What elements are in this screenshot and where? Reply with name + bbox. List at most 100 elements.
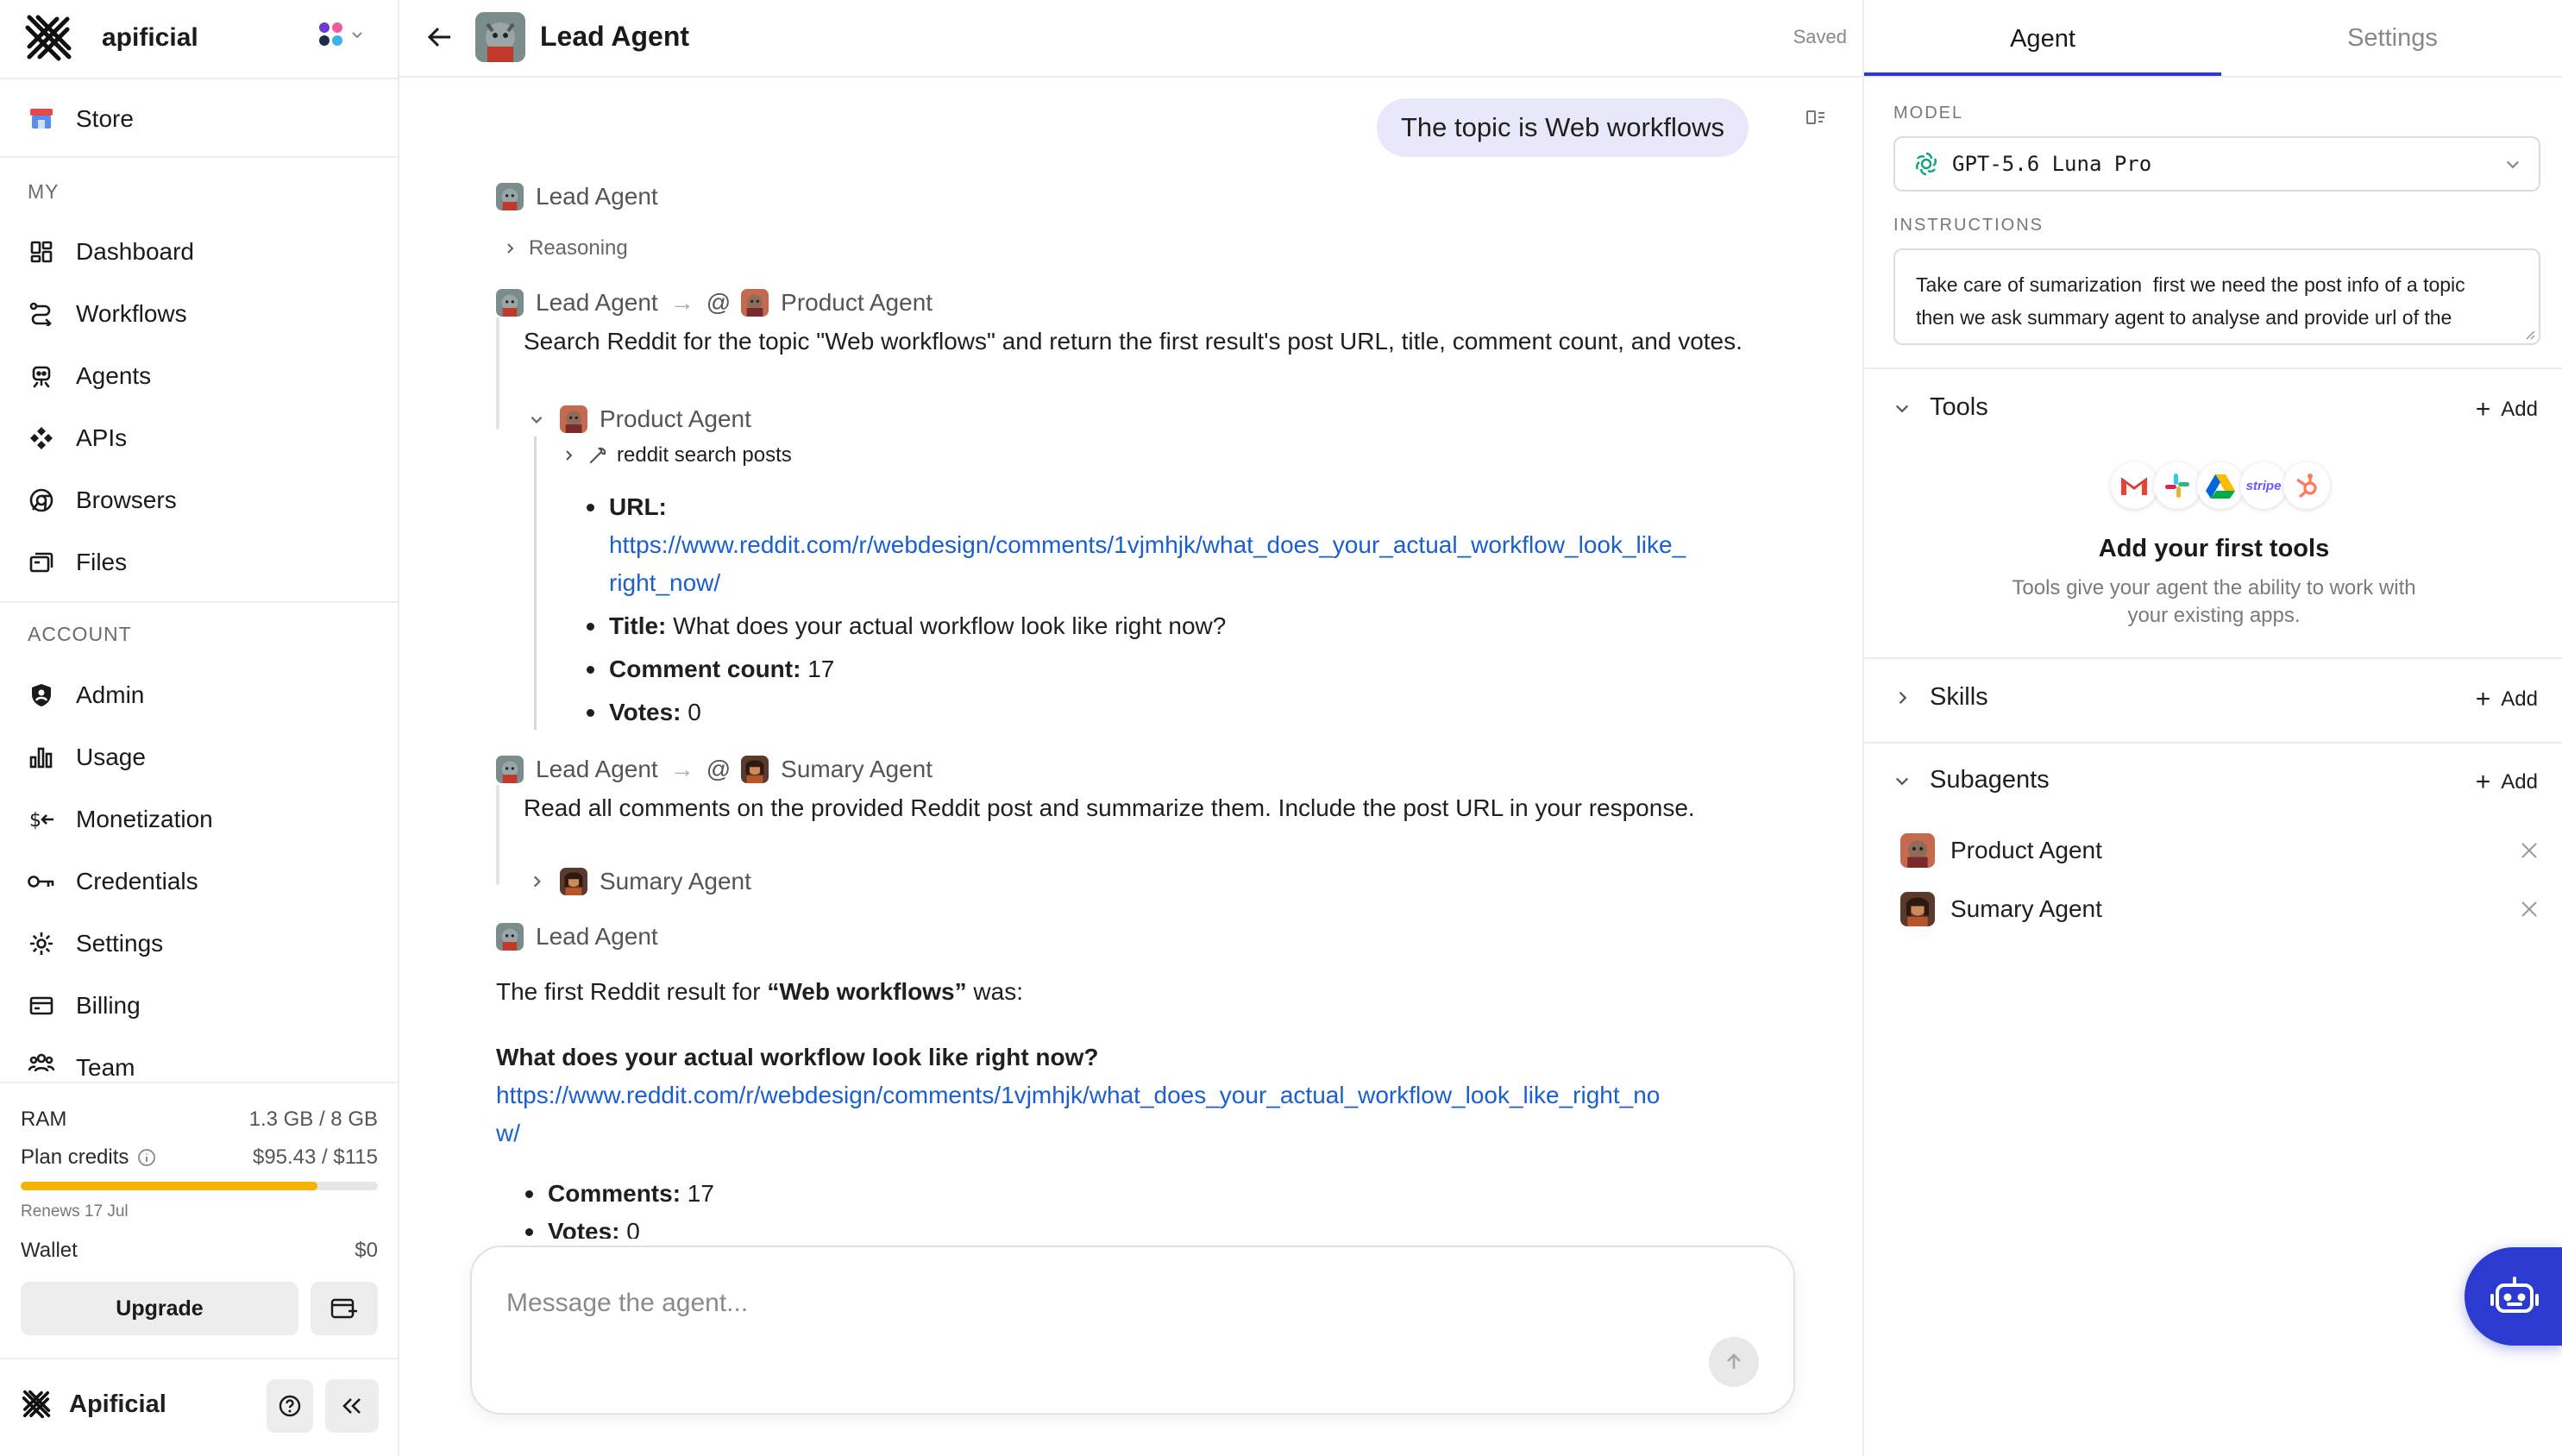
monetization-icon: $ [26, 804, 57, 835]
intro-text: was: [966, 978, 1023, 1005]
apificial-logo-icon [22, 12, 74, 64]
add-wallet-button[interactable] [311, 1282, 378, 1335]
thread-line [496, 785, 499, 885]
remove-subagent-button[interactable] [2520, 900, 2539, 919]
sidebar-item-settings[interactable]: Settings [26, 921, 163, 966]
sumary-agent-avatar [1900, 892, 1935, 926]
footer-brand: Apificial [21, 1389, 166, 1420]
help-button[interactable] [267, 1379, 313, 1433]
remove-subagent-button[interactable] [2520, 841, 2539, 860]
team-icon [26, 1047, 57, 1078]
sub-agent-toggle[interactable]: Product Agent [529, 405, 751, 433]
add-label: Add [2501, 398, 2538, 421]
workspace-switcher[interactable] [317, 21, 364, 48]
list-item: Votes: 0 [583, 693, 1765, 731]
sidebar-item-label: Workflows [76, 300, 187, 327]
link-line: https://www.reddit.com/r/webdesign/comme… [496, 1082, 1661, 1108]
sidebar-item-files[interactable]: Files [26, 540, 127, 585]
wrench-icon [587, 445, 608, 466]
skills-section-toggle[interactable]: Skills [1893, 683, 1988, 712]
dashboard-icon [26, 236, 57, 267]
resize-handle-icon[interactable] [2523, 328, 2535, 340]
to-agent-name: Sumary Agent [781, 756, 933, 782]
usage-icon [26, 742, 57, 773]
subagent-row[interactable]: Sumary Agent [1900, 892, 2539, 926]
delegation-task-text: Read all comments on the provided Reddit… [524, 794, 1695, 821]
stripe-icon: stripe [2240, 462, 2287, 509]
sidebar-item-usage[interactable]: Usage [26, 735, 146, 780]
tool-call-toggle[interactable]: reddit search posts [562, 443, 792, 468]
arrow-right-icon: → [669, 289, 694, 316]
comments-value: 17 [801, 656, 835, 682]
sidebar-item-billing[interactable]: Billing [26, 983, 141, 1028]
save-status: Saved [1793, 26, 1847, 47]
reasoning-toggle[interactable]: Reasoning [503, 236, 628, 260]
info-icon[interactable] [137, 1148, 156, 1167]
final-post-title: What does your actual workflow look like… [496, 1044, 1099, 1070]
wallet-add-icon [330, 1296, 359, 1321]
add-skill-button[interactable]: + Add [2476, 685, 2538, 714]
sub-agent-toggle[interactable]: Sumary Agent [529, 868, 751, 895]
reddit-post-link[interactable]: https://www.reddit.com/r/webdesign/comme… [609, 526, 1765, 602]
sidebar-item-apis[interactable]: APIs [26, 416, 127, 461]
sumary-agent-avatar [741, 756, 769, 783]
user-message-bubble: The topic is Web workflows [1377, 98, 1749, 157]
sidebar-item-store[interactable]: Store [26, 97, 134, 141]
skills-title: Skills [1930, 683, 1988, 711]
final-post-link[interactable]: https://www.reddit.com/r/webdesign/comme… [496, 1076, 1660, 1152]
sidebar: apificial Store MY Dashboard Workflows A… [0, 0, 399, 1456]
sidebar-item-team[interactable]: Team [26, 1045, 135, 1080]
apificial-logo-icon [21, 1389, 52, 1420]
final-intro: The first Reddit result for “Web workflo… [496, 975, 1023, 1009]
sidebar-item-admin[interactable]: Admin [26, 673, 144, 718]
subagent-row[interactable]: Product Agent [1900, 833, 2539, 868]
sidebar-item-label: Settings [76, 930, 164, 957]
sidebar-item-dashboard[interactable]: Dashboard [26, 229, 194, 274]
gear-icon [26, 928, 57, 959]
message-options-button[interactable] [1805, 107, 1827, 129]
sidebar-item-workflows[interactable]: Workflows [26, 292, 187, 336]
product-agent-avatar [1900, 833, 1935, 868]
credentials-icon [26, 866, 57, 897]
votes-value: 0 [681, 699, 701, 725]
openai-icon [1912, 150, 1940, 178]
workspace-dots-icon [317, 21, 345, 48]
sidebar-item-agents[interactable]: Agents [26, 354, 151, 399]
comments-value: 17 [681, 1180, 714, 1207]
sidebar-item-label: Store [76, 105, 134, 132]
subagents-title: Subagents [1930, 766, 2050, 794]
chevron-right-icon [529, 874, 544, 889]
sub-agent-name: Product Agent [600, 405, 751, 432]
chat-header: Lead Agent Saved [399, 0, 1862, 78]
lead-agent-avatar [475, 12, 525, 62]
mention-symbol: @ [706, 756, 732, 782]
chevron-down-icon [350, 28, 364, 41]
sidebar-item-label: Billing [76, 992, 141, 1019]
send-button[interactable] [1709, 1337, 1759, 1387]
add-subagent-button[interactable]: + Add [2476, 768, 2538, 797]
subagents-section-toggle[interactable]: Subagents [1893, 766, 2050, 794]
tools-section-toggle[interactable]: Tools [1893, 393, 1988, 422]
org-switcher[interactable]: apificial [22, 12, 198, 64]
sidebar-item-credentials[interactable]: Credentials [26, 859, 198, 904]
sidebar-item-browsers[interactable]: Browsers [26, 478, 177, 523]
collapse-sidebar-button[interactable] [325, 1379, 379, 1433]
instructions-textarea[interactable]: Take care of sumarization first we need … [1893, 248, 2540, 345]
tab-settings[interactable]: Settings [2221, 0, 2562, 76]
message-input[interactable]: Message the agent... [506, 1289, 748, 1318]
tools-empty-title: Add your first tools [2098, 535, 2330, 562]
intro-topic: “Web workflows” [767, 978, 967, 1005]
mention-symbol: @ [706, 289, 732, 316]
tab-agent[interactable]: Agent [1864, 0, 2221, 78]
lead-agent-avatar [496, 923, 524, 951]
credits-progress-bar [21, 1182, 378, 1190]
sidebar-item-label: APIs [76, 424, 128, 451]
model-select[interactable]: GPT-5.6 Luna Pro [1893, 136, 2540, 191]
sidebar-item-label: Credentials [76, 868, 198, 894]
sidebar-item-monetization[interactable]: $ Monetization [26, 797, 213, 842]
add-tool-button[interactable]: + Add [2476, 395, 2538, 424]
assistant-fab[interactable] [2465, 1247, 2562, 1346]
product-agent-avatar [560, 405, 587, 433]
back-button[interactable] [425, 22, 455, 52]
upgrade-button[interactable]: Upgrade [21, 1282, 298, 1335]
